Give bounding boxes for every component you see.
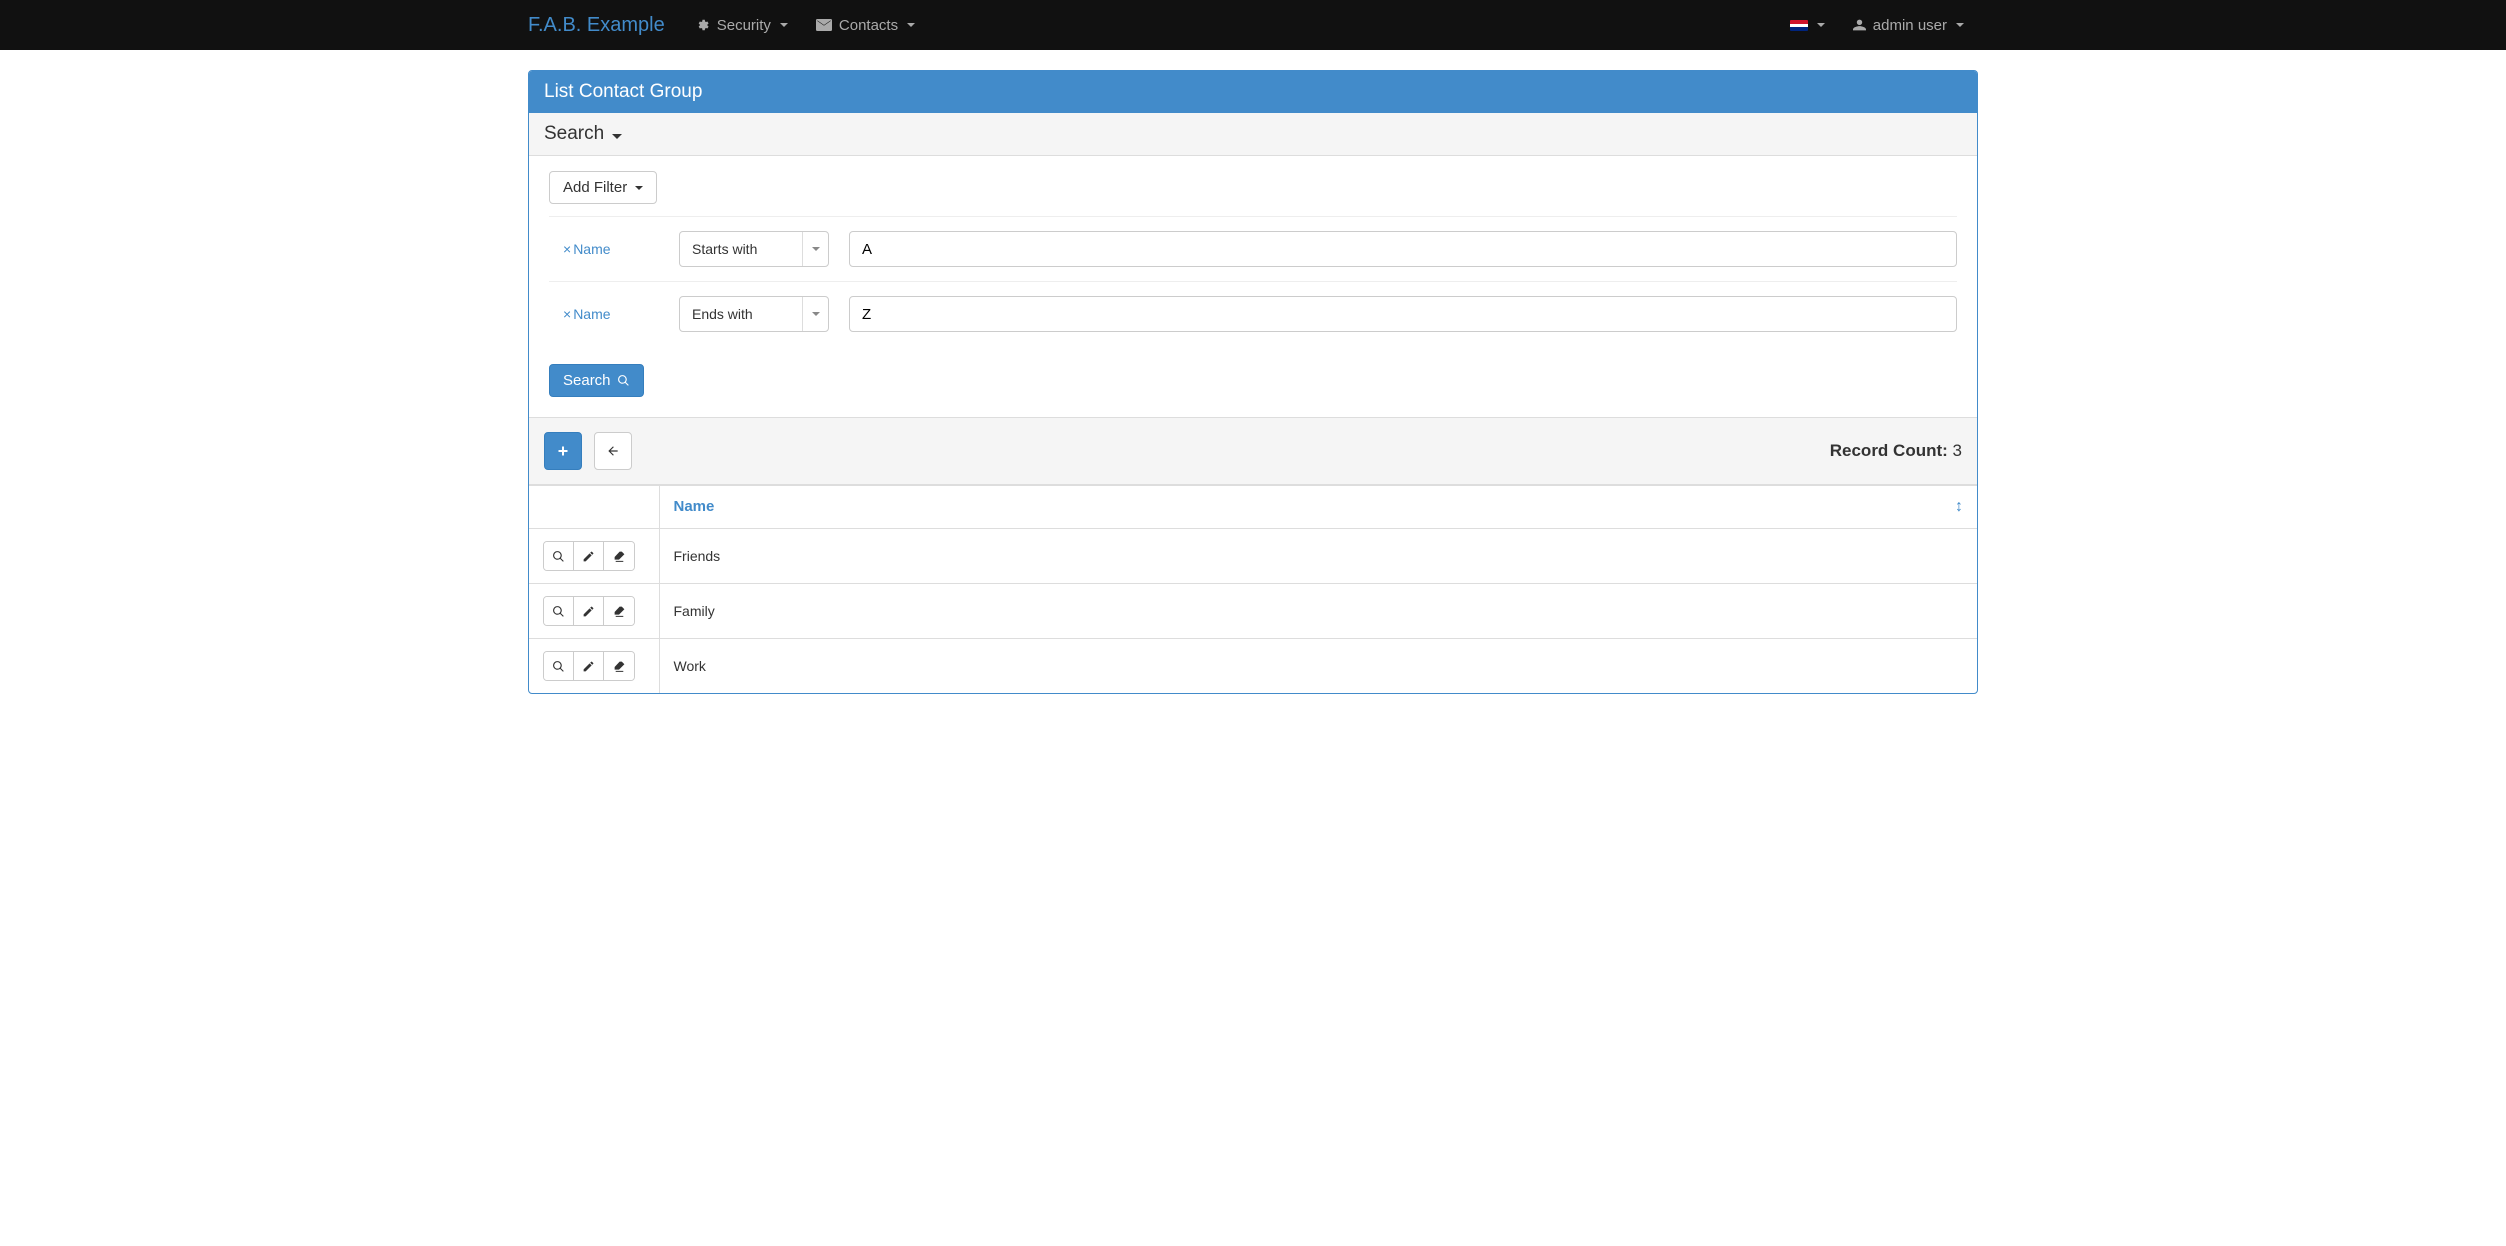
caret-down-icon: [1817, 23, 1825, 27]
filter-field-label: Name: [573, 306, 610, 322]
caret-down-icon: [907, 23, 915, 27]
cell-name: Family: [659, 584, 1977, 639]
cogs-icon: [694, 18, 710, 32]
search-icon: [552, 550, 565, 563]
search-icon: [552, 660, 565, 673]
sort-handle-icon[interactable]: ↕: [1955, 498, 1963, 516]
row-edit-button[interactable]: [574, 652, 604, 680]
nav-user-label: admin user: [1873, 17, 1947, 34]
row-edit-button[interactable]: [574, 597, 604, 625]
cell-name: Friends: [659, 529, 1977, 584]
filter-value-input[interactable]: [849, 231, 1957, 267]
caret-down-icon: [635, 186, 643, 190]
table-header-name[interactable]: Name ↕: [659, 486, 1977, 529]
erase-icon: [613, 660, 626, 673]
search-toggle-label: Search: [544, 123, 604, 144]
row-actions: [543, 651, 635, 681]
row-show-button[interactable]: [544, 652, 574, 680]
edit-icon: [582, 605, 595, 618]
envelope-icon: [816, 19, 832, 31]
table-header-name-label: Name: [674, 498, 715, 515]
table-row: Family: [529, 584, 1977, 639]
erase-icon: [613, 605, 626, 618]
row-show-button[interactable]: [544, 542, 574, 570]
back-button[interactable]: [594, 432, 632, 470]
add-filter-label: Add Filter: [563, 179, 627, 196]
nav-security-dropdown[interactable]: Security: [680, 2, 802, 49]
row-edit-button[interactable]: [574, 542, 604, 570]
remove-filter-button[interactable]: ×Name: [563, 306, 611, 322]
record-count-label: Record Count:: [1830, 441, 1948, 460]
search-icon: [552, 605, 565, 618]
main-panel: List Contact Group Search Add Filter ×Na…: [528, 70, 1978, 694]
edit-icon: [582, 660, 595, 673]
caret-down-icon: [780, 23, 788, 27]
brand-link[interactable]: F.A.B. Example: [528, 14, 680, 37]
table-header-actions: [529, 486, 659, 529]
row-show-button[interactable]: [544, 597, 574, 625]
nav-language-dropdown[interactable]: [1776, 5, 1839, 46]
close-icon: ×: [563, 306, 571, 322]
filter-row: ×Name Starts with: [549, 216, 1957, 281]
filter-operator-select[interactable]: Ends with: [679, 296, 829, 332]
caret-down-icon: [802, 297, 828, 331]
filter-operator-value: Starts with: [692, 241, 757, 257]
filter-operator-select[interactable]: Starts with: [679, 231, 829, 267]
filter-operator-value: Ends with: [692, 306, 753, 322]
row-delete-button[interactable]: [604, 652, 634, 680]
caret-down-icon: [1956, 23, 1964, 27]
nav-contacts-label: Contacts: [839, 17, 898, 34]
row-actions: [543, 541, 635, 571]
list-toolbar: Record Count: 3: [529, 418, 1977, 485]
arrow-left-icon: [606, 444, 620, 458]
table-row: Work: [529, 639, 1977, 694]
row-actions: [543, 596, 635, 626]
row-delete-button[interactable]: [604, 597, 634, 625]
erase-icon: [613, 550, 626, 563]
search-icon: [617, 374, 630, 387]
uk-flag-icon: [1790, 20, 1808, 31]
add-record-button[interactable]: [544, 432, 582, 470]
navbar: F.A.B. Example Security Contacts admin u…: [0, 0, 2506, 50]
nav-user-dropdown[interactable]: admin user: [1839, 2, 1978, 49]
caret-down-icon: [802, 232, 828, 266]
search-body: Add Filter ×Name Starts with: [529, 156, 1977, 418]
edit-icon: [582, 550, 595, 563]
table-row: Friends: [529, 529, 1977, 584]
search-submit-button[interactable]: Search: [549, 364, 644, 397]
cell-name: Work: [659, 639, 1977, 694]
add-filter-button[interactable]: Add Filter: [549, 171, 657, 204]
data-table: Name ↕ Friends: [529, 485, 1977, 693]
record-count: Record Count: 3: [1830, 441, 1962, 461]
filter-value-input[interactable]: [849, 296, 1957, 332]
remove-filter-button[interactable]: ×Name: [563, 241, 611, 257]
nav-contacts-dropdown[interactable]: Contacts: [802, 2, 929, 49]
page-title: List Contact Group: [544, 81, 702, 103]
filter-field-label: Name: [573, 241, 610, 257]
nav-security-label: Security: [717, 17, 771, 34]
plus-icon: [557, 445, 569, 457]
row-delete-button[interactable]: [604, 542, 634, 570]
record-count-value: 3: [1953, 441, 1962, 460]
search-submit-label: Search: [563, 372, 611, 389]
panel-heading: List Contact Group: [529, 71, 1977, 113]
search-toggle[interactable]: Search: [529, 113, 1977, 156]
close-icon: ×: [563, 241, 571, 257]
caret-down-icon: [612, 134, 622, 139]
filter-row: ×Name Ends with: [549, 281, 1957, 346]
user-icon: [1853, 18, 1866, 32]
